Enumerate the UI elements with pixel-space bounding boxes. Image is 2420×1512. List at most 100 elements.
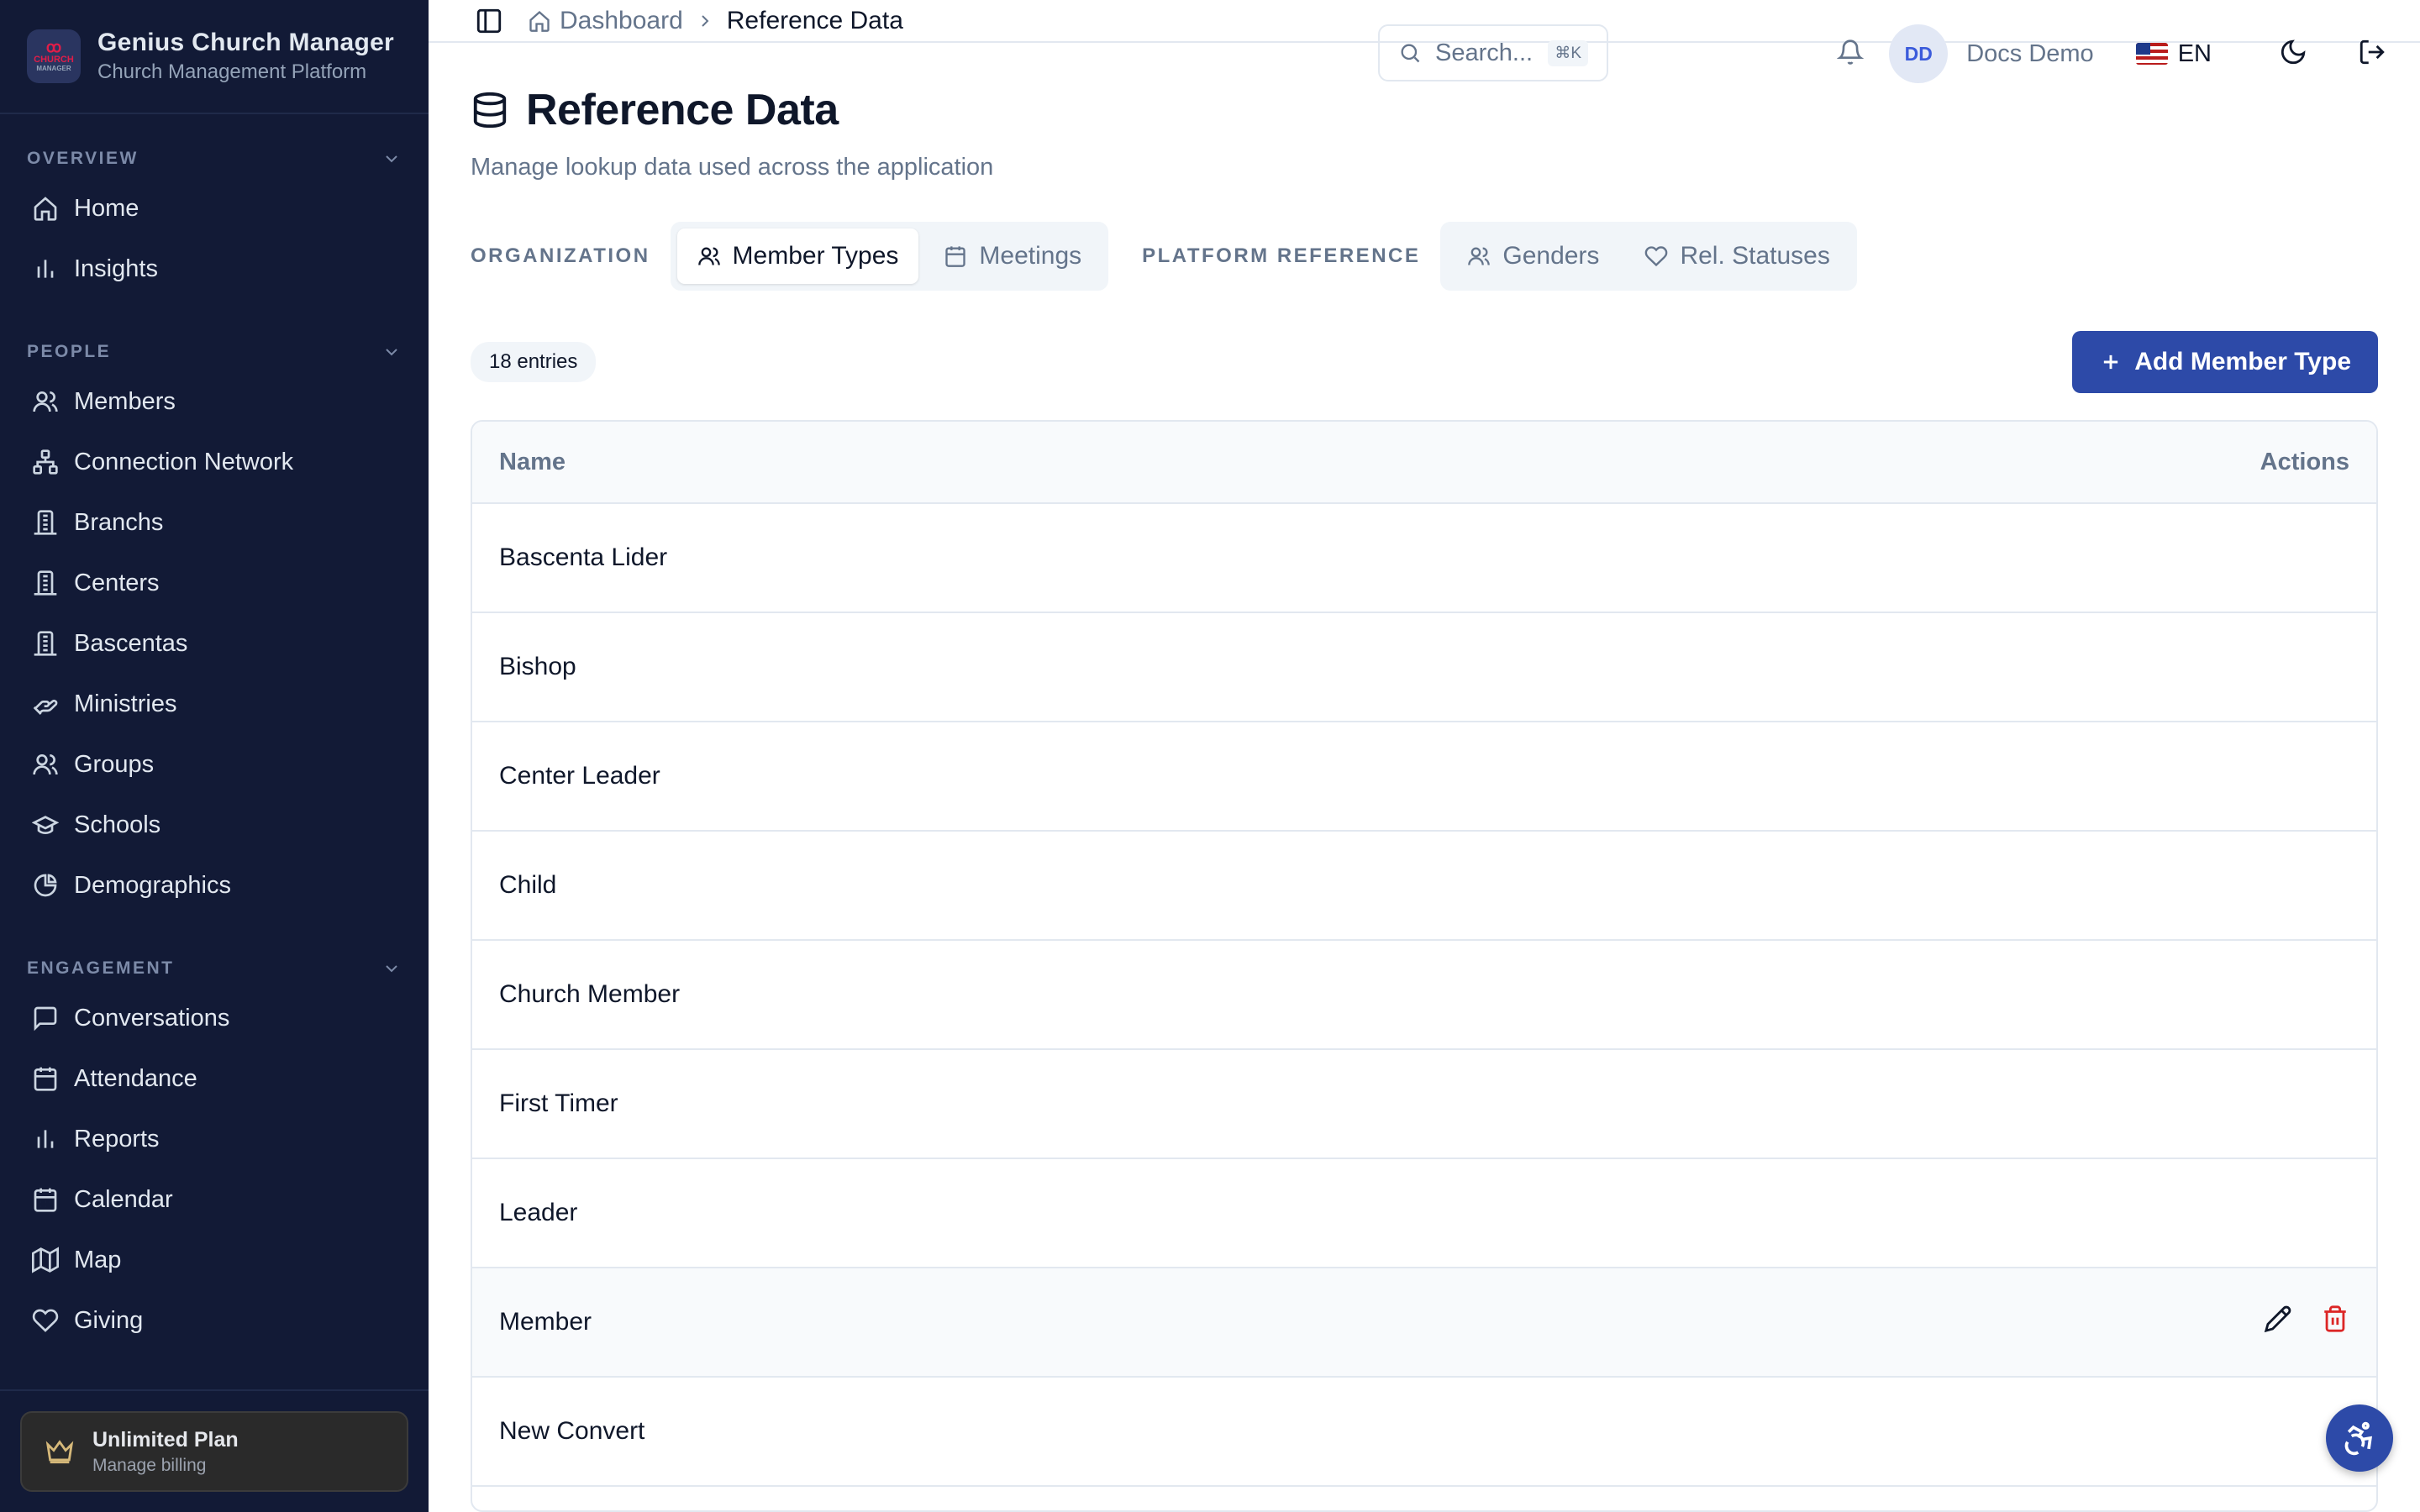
sidebar-item-attendance[interactable]: Attendance [0,1048,429,1109]
content: Reference Data Manage lookup data used a… [429,43,2420,1512]
breadcrumb-dashboard-link[interactable]: Dashboard [528,7,683,35]
database-icon [473,92,507,129]
list-toolbar: 18 entries Add Member Type [471,331,2378,393]
plan-title: Unlimited Plan [92,1427,239,1452]
tab-rel-statuses[interactable]: Rel. Statuses [1624,228,1849,284]
brand-title: Genius Church Manager [97,29,395,56]
sidebar-item-groups[interactable]: Groups [0,734,429,795]
row-name: Center Leader [499,762,660,790]
edit-button[interactable] [2264,1305,2292,1340]
table-header: Name Actions [472,422,2376,504]
member-types-table: Name Actions Bascenta Lider Bishop Center … [471,420,2378,1512]
map-icon [32,1247,59,1273]
users-icon [33,391,58,412]
section-header[interactable]: PEOPLE [0,333,429,371]
row-name: Bascenta Lider [499,543,668,571]
table-row[interactable]: Member [472,1268,2376,1378]
sidebar-footer: Unlimited Plan Manage billing [0,1389,429,1512]
topbar: Dashboard Reference Data Search... ⌘K DD… [429,0,2420,83]
brand-text: Genius Church Manager Church Management … [97,29,394,84]
tab-genders[interactable]: Genders [1447,228,1619,284]
sidebar-item-label: Attendance [74,1064,197,1092]
row-name: New Convert [499,1417,645,1445]
table-row[interactable]: Church Member [472,941,2376,1050]
users-icon [1468,247,1491,265]
sidebar-item-members[interactable]: Members [0,371,429,432]
table-row[interactable]: Center Leader [472,722,2376,832]
sidebar-item-calendar[interactable]: Calendar [0,1169,429,1230]
tab-group-label-organization: ORGANIZATION [471,244,650,267]
accessibility-button[interactable] [2326,1404,2393,1472]
section-label: OVERVIEW [27,149,139,168]
building-icon [34,570,57,596]
table-row[interactable]: New Convert [472,1378,2376,1487]
table-row[interactable]: Bascenta Lider [472,504,2376,613]
sidebar-item-label: Calendar [74,1185,173,1213]
building-icon [34,631,57,656]
table-row[interactable]: First Timer [472,1050,2376,1159]
sidebar-item-ministries[interactable]: Ministries [0,674,429,734]
table-row[interactable]: Bishop [472,613,2376,722]
table-row[interactable]: Leader [472,1159,2376,1268]
tab-group-platform: Genders Rel. Statuses [1440,222,1857,291]
add-member-type-button[interactable]: Add Member Type [2072,331,2378,393]
section-header[interactable]: OVERVIEW [0,139,429,178]
column-header-actions: Actions [2260,448,2349,475]
breadcrumb: Dashboard Reference Data [528,7,903,35]
plan-card[interactable]: Unlimited Plan Manage billing [20,1411,408,1492]
row-name: Member [499,1308,592,1336]
tab-label: Genders [1502,242,1600,270]
tab-group-label-platform: PLATFORM REFERENCE [1142,244,1421,267]
row-name: Church Member [499,980,681,1008]
sidebar-item-home[interactable]: Home [0,178,429,239]
message-icon [34,1006,57,1032]
sidebar-item-label: Bascentas [74,629,188,657]
sidebar-item-label: Centers [74,569,160,596]
plan-subtitle: Manage billing [92,1455,207,1475]
column-header-name[interactable]: Name [499,449,566,476]
crown-icon [45,1440,74,1464]
chevron-down-icon [386,349,397,356]
bar-chart-icon [37,1130,54,1148]
accessibility-icon [2344,1421,2373,1456]
sidebar-item-bascentas[interactable]: Bascentas [0,613,429,674]
users-icon [697,247,720,265]
calendar-icon [945,246,966,267]
delete-button[interactable] [2321,1305,2349,1340]
tab-member-types[interactable]: Member Types [676,228,919,284]
sidebar-toggle-button[interactable] [471,3,508,39]
sidebar-item-reports[interactable]: Reports [0,1109,429,1169]
bar-chart-icon [37,260,54,278]
sidebar-item-branchs[interactable]: Branchs [0,492,429,553]
sidebar-item-label: Branchs [74,508,164,536]
sidebar-item-insights[interactable]: Insights [0,239,429,299]
trash-icon [2324,1305,2346,1332]
sidebar-item-label: Insights [74,255,158,282]
table-row[interactable]: Child [472,832,2376,941]
tab-meetings[interactable]: Meetings [923,228,1102,284]
sidebar-item-label: Giving [74,1306,144,1334]
tab-group-organization: Member Types Meetings [670,222,1109,291]
entries-count-badge: 18 entries [471,342,597,382]
sidebar-item-label: Schools [74,811,161,838]
row-name: First Timer [499,1089,618,1117]
logo-line-church: CHURCH [34,55,74,65]
sidebar-item-map[interactable]: Map [0,1230,429,1290]
logo-mark: ꝏ [45,39,62,55]
sidebar-section-overview: OVERVIEW Home Insights [0,139,429,299]
breadcrumb-current: Reference Data [726,6,903,34]
section-label: PEOPLE [27,342,112,361]
sidebar-item-giving[interactable]: Giving [0,1290,429,1351]
sidebar-item-conversations[interactable]: Conversations [0,988,429,1048]
sidebar-item-label: Map [74,1246,122,1273]
sidebar-section-engagement: ENGAGEMENT Conversations Attendance Repo… [0,949,429,1351]
section-header[interactable]: ENGAGEMENT [0,949,429,988]
sidebar-item-label: Home [74,194,139,222]
sidebar-item-connection-network[interactable]: Connection Network [0,432,429,492]
home-icon [34,197,57,221]
row-actions [2264,1305,2349,1340]
sidebar-item-schools[interactable]: Schools [0,795,429,855]
brand[interactable]: ꝏ CHURCH MANAGER Genius Church Manager C… [0,0,429,114]
sidebar-item-centers[interactable]: Centers [0,553,429,613]
sidebar-item-demographics[interactable]: Demographics [0,855,429,916]
